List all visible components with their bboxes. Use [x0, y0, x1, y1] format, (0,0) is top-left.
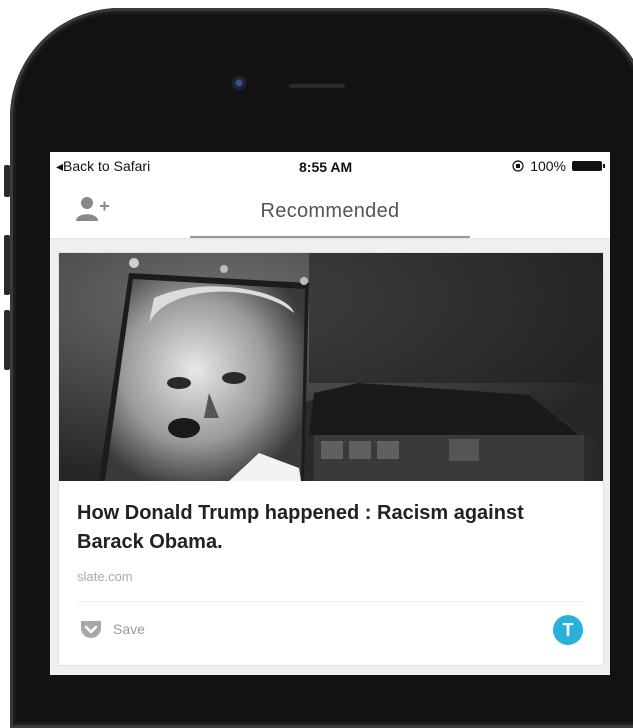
- earpiece-speaker: [288, 82, 346, 88]
- front-camera: [231, 75, 247, 91]
- article-card[interactable]: How Donald Trump happened : Racism again…: [58, 252, 604, 666]
- volume-down-button: [4, 310, 10, 370]
- pocket-save-icon: [81, 621, 101, 638]
- battery-percent: 100%: [530, 158, 566, 174]
- source-badge-t[interactable]: T: [553, 615, 583, 645]
- phone-screen: ◂Back to Safari 8:55 AM 100% Recommended: [50, 152, 610, 675]
- page-title: Recommended: [260, 200, 400, 222]
- article-source: slate.com: [77, 569, 133, 584]
- save-label: Save: [113, 621, 145, 637]
- card-divider: [77, 601, 585, 602]
- battery-icon: [572, 161, 605, 171]
- mute-switch: [4, 165, 10, 197]
- status-bar: ◂Back to Safari 8:55 AM 100%: [50, 152, 610, 180]
- save-button[interactable]: Save: [79, 619, 145, 639]
- article-image[interactable]: [59, 253, 603, 481]
- tab-indicator: [190, 236, 470, 238]
- article-photo: [59, 253, 603, 481]
- orientation-lock-icon: [512, 160, 524, 172]
- back-to-safari-link[interactable]: ◂Back to Safari: [56, 158, 150, 175]
- volume-up-button: [4, 235, 10, 295]
- article-headline[interactable]: How Donald Trump happened : Racism again…: [77, 499, 547, 557]
- nav-bar: Recommended: [50, 180, 610, 239]
- status-time: 8:55 AM: [299, 159, 353, 175]
- status-right-group: 100%: [512, 158, 605, 174]
